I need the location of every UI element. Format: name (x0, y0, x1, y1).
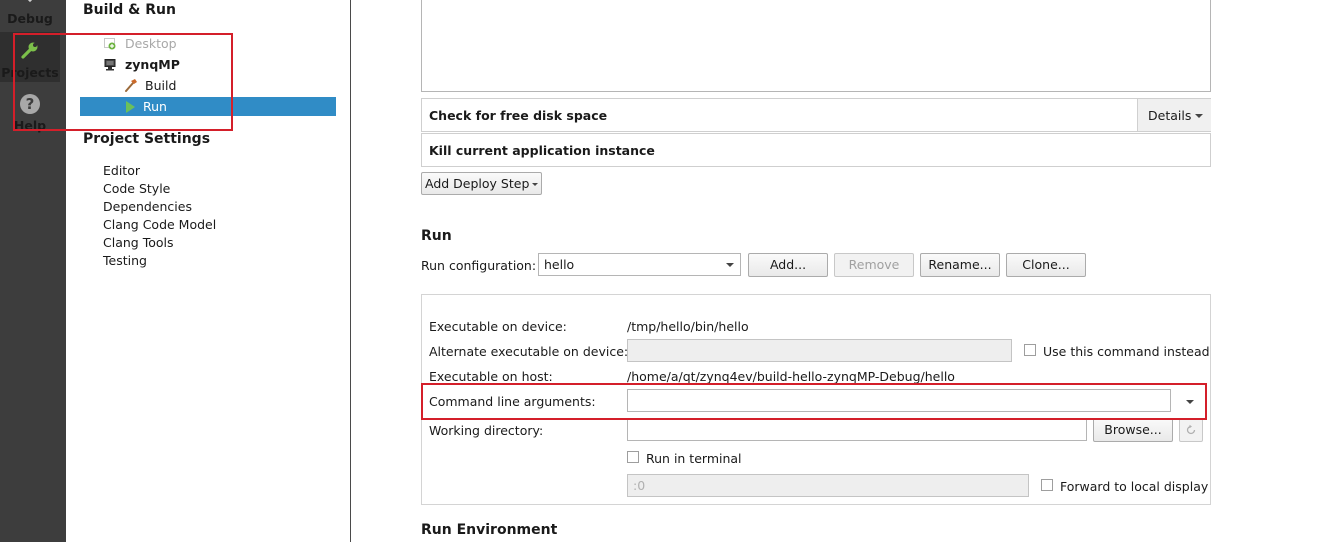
alt-exec-label: Alternate executable on device: (429, 344, 629, 359)
details-button-label: Details (1148, 108, 1192, 123)
run-in-terminal-checkbox[interactable] (627, 451, 639, 463)
check-disk-label: Check for free disk space (429, 108, 608, 123)
display-placeholder: :0 (633, 478, 646, 493)
alt-exec-input[interactable] (627, 339, 1012, 362)
mode-debug-label: Debug (7, 11, 53, 26)
use-command-checkbox[interactable] (1024, 344, 1036, 356)
reset-icon (1186, 424, 1196, 435)
browse-button[interactable]: Browse... (1093, 418, 1173, 442)
kill-instance-label: Kill current application instance (429, 143, 655, 158)
mode-debug[interactable]: Debug (0, 0, 60, 30)
run-play-icon (126, 101, 135, 113)
mode-help[interactable]: ? Help (0, 86, 60, 134)
add-kit-icon (104, 38, 116, 50)
settings-item-code-style[interactable]: Code Style (103, 181, 170, 196)
cmd-args-label: Command line arguments: (429, 394, 596, 409)
mode-projects-label: Projects (1, 65, 59, 80)
deploy-output-area (421, 0, 1211, 92)
tree-item-zynqmp-label: zynqMP (125, 57, 180, 72)
exec-host-label: Executable on host: (429, 369, 553, 384)
project-settings-title: Project Settings (83, 131, 211, 147)
mode-help-label: Help (13, 118, 47, 133)
tree-item-desktop-label: Desktop (125, 36, 177, 51)
run-config-select[interactable]: hello (538, 253, 741, 276)
tree-item-run-label: Run (143, 99, 167, 114)
add-deploy-step-button[interactable]: Add Deploy Step (421, 172, 542, 195)
project-navigation-panel: Build & Run Desktop zynqMP Build Run Pro… (66, 0, 351, 542)
working-dir-label: Working directory: (429, 423, 544, 438)
mode-bar: Debug Projects ? Help (0, 0, 66, 542)
run-in-terminal-label: Run in terminal (646, 451, 742, 466)
run-config-value: hello (544, 257, 575, 272)
cmd-args-input[interactable] (627, 389, 1171, 412)
settings-item-editor[interactable]: Editor (103, 163, 140, 178)
clone-run-config-button[interactable]: Clone... (1006, 253, 1086, 277)
tree-item-build-label: Build (145, 78, 177, 93)
add-deploy-step-label: Add Deploy Step (425, 176, 530, 191)
details-chevron-icon (1195, 114, 1203, 118)
forward-display-label: Forward to local display (1060, 479, 1209, 494)
run-config-label: Run configuration: (421, 258, 537, 273)
reset-working-dir-button[interactable] (1179, 418, 1203, 442)
settings-item-dependencies[interactable]: Dependencies (103, 199, 192, 214)
run-section-title: Run (421, 228, 452, 244)
exec-device-value: /tmp/hello/bin/hello (627, 319, 749, 334)
deploy-step-kill-instance[interactable]: Kill current application instance (421, 133, 1211, 167)
settings-item-clang-tools[interactable]: Clang Tools (103, 235, 173, 250)
settings-item-testing[interactable]: Testing (103, 253, 147, 268)
forward-display-checkbox[interactable] (1041, 479, 1053, 491)
hammer-icon (125, 79, 137, 92)
debug-icon (27, 0, 33, 3)
run-config-chevron-icon (726, 263, 734, 267)
details-button[interactable]: Details (1137, 99, 1211, 131)
working-dir-input[interactable] (627, 418, 1087, 441)
display-input[interactable]: :0 (627, 474, 1029, 497)
run-environment-title: Run Environment (421, 522, 558, 538)
deploy-step-check-disk[interactable]: Check for free disk space Details (421, 98, 1211, 132)
use-command-label: Use this command instead (1043, 344, 1210, 359)
wrench-icon (21, 42, 38, 59)
help-icon: ? (20, 94, 40, 114)
rename-run-config-button[interactable]: Rename... (920, 253, 1000, 277)
mode-projects[interactable]: Projects (0, 32, 60, 82)
exec-device-label: Executable on device: (429, 319, 567, 334)
build-run-title: Build & Run (83, 2, 176, 18)
exec-host-value: /home/a/qt/zynq4ev/build-hello-zynqMP-De… (627, 369, 955, 384)
remove-run-config-button[interactable]: Remove (834, 253, 914, 277)
add-deploy-step-chevron-icon (532, 183, 538, 186)
tree-item-run[interactable]: Run (80, 97, 336, 116)
monitor-icon (104, 59, 116, 71)
settings-item-clang-code-model[interactable]: Clang Code Model (103, 217, 216, 232)
add-run-config-button[interactable]: Add... (748, 253, 828, 277)
cmd-args-history-chevron-icon[interactable] (1186, 400, 1194, 404)
